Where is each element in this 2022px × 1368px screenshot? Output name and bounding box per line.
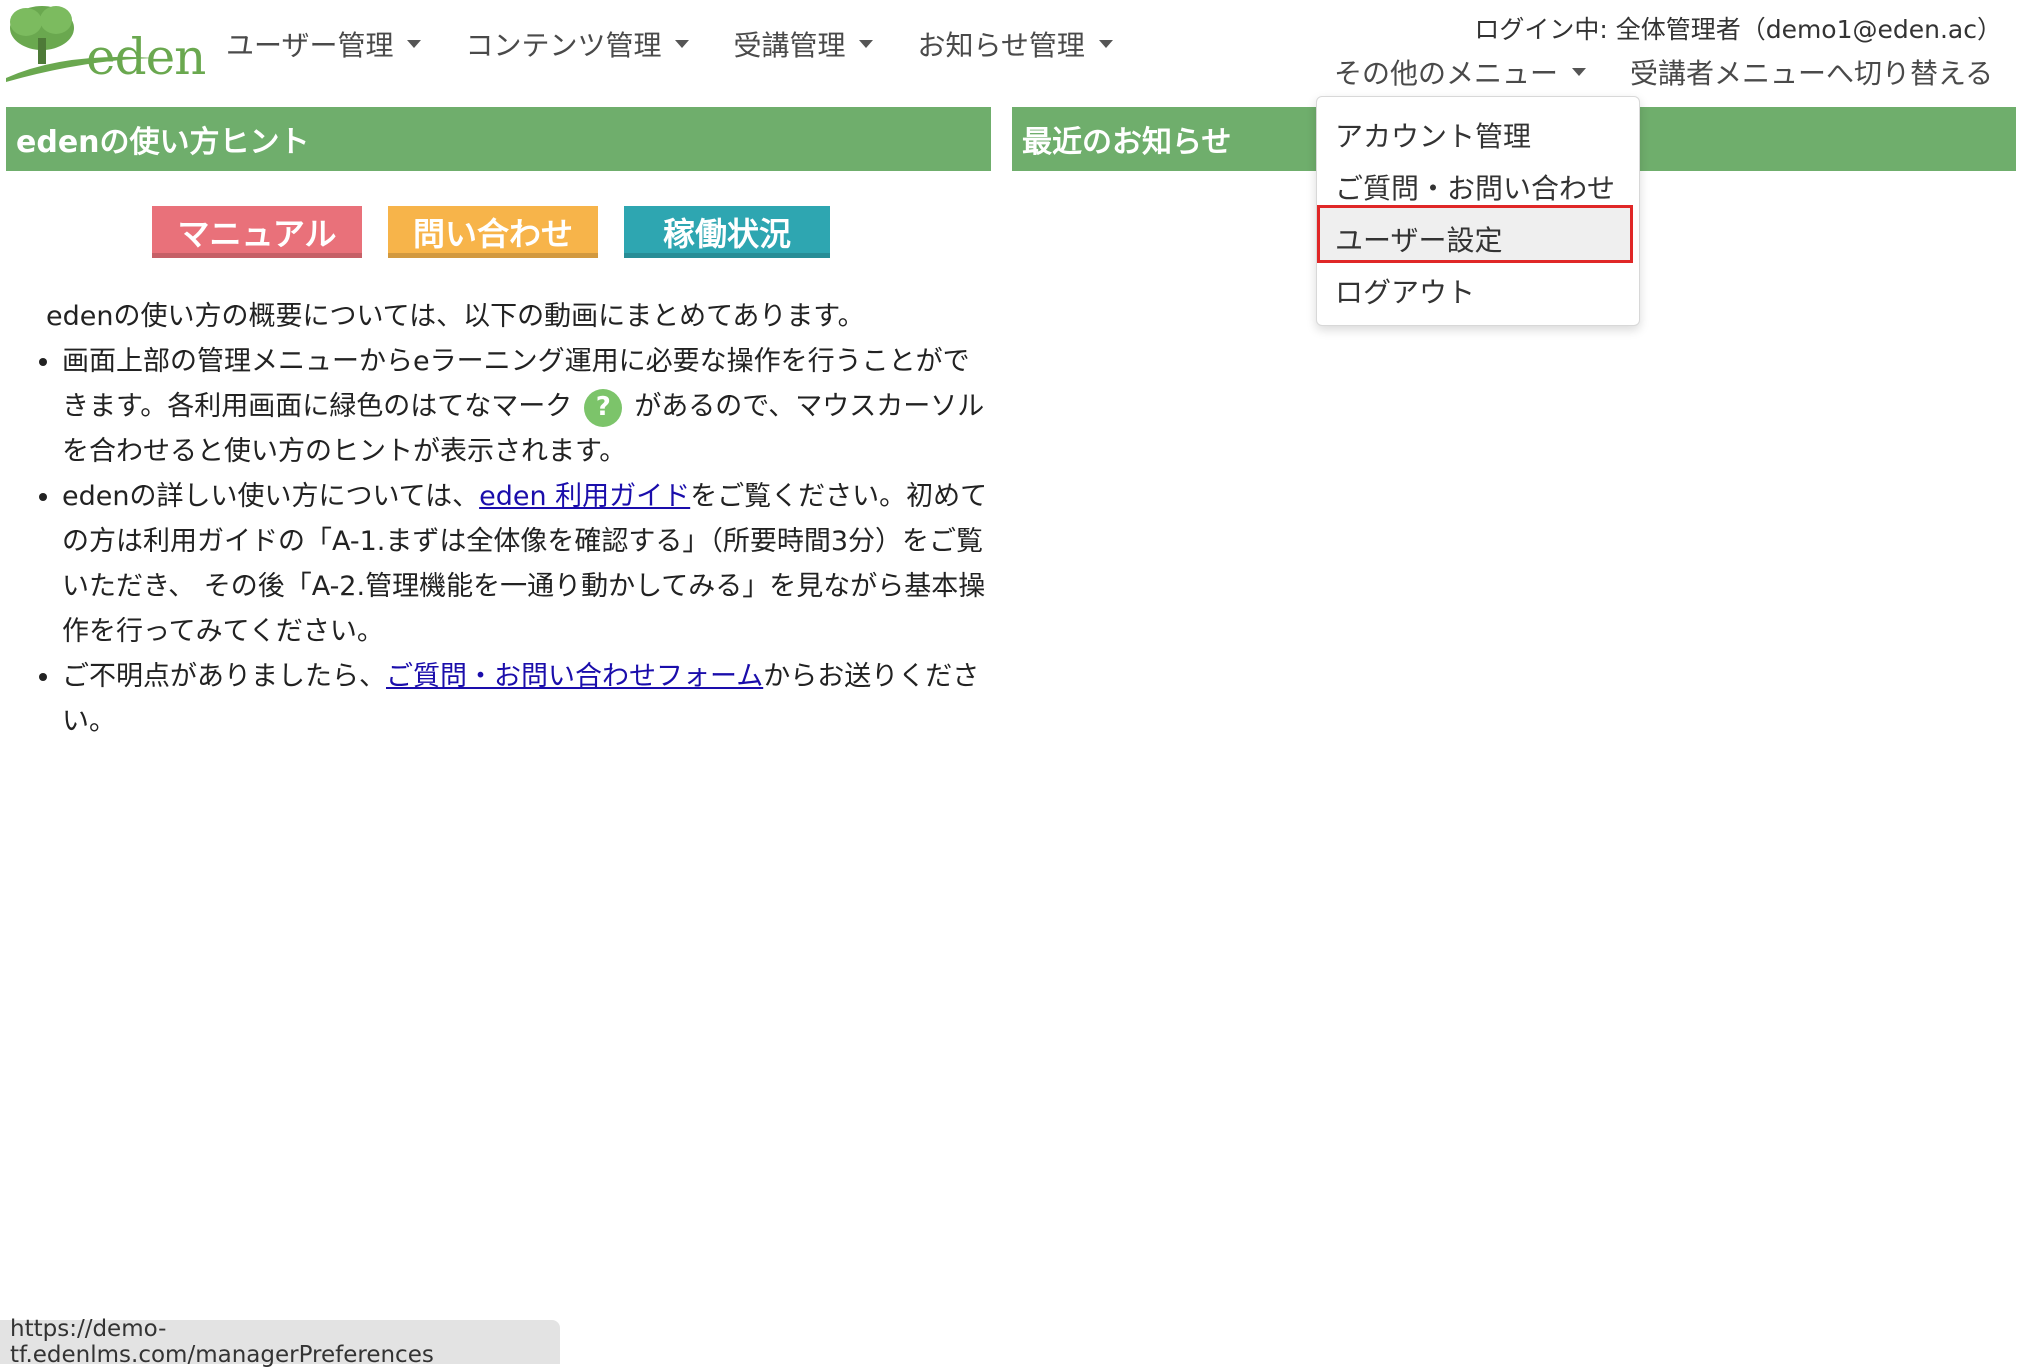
- link-status-bar: https://demo-tf.edenlms.com/managerPrefe…: [0, 1316, 560, 1368]
- nav-label: コンテンツ管理: [465, 29, 662, 62]
- nav-label: ユーザー管理: [226, 29, 394, 62]
- manual-button[interactable]: マニュアル: [152, 206, 362, 258]
- logo-text: eden: [86, 28, 206, 86]
- bullet-text: edenの詳しい使い方については、: [62, 481, 480, 512]
- other-menu-dropdown: アカウント管理 ご質問・お問い合わせ ユーザー設定 ログアウト: [1316, 96, 1640, 326]
- user-guide-link[interactable]: eden 利用ガイド: [479, 481, 690, 512]
- nav-notice-management[interactable]: お知らせ管理: [917, 24, 1113, 64]
- status-button[interactable]: 稼働状況: [624, 206, 830, 258]
- list-item: edenの詳しい使い方については、eden 利用ガイドをご覧ください。初めての方…: [62, 474, 990, 654]
- intro-text: edenの使い方の概要については、以下の動画にまとめてあります。: [46, 301, 865, 332]
- nav-user-management[interactable]: ユーザー管理: [226, 24, 422, 64]
- caret-down-icon: [859, 40, 874, 48]
- quick-buttons: マニュアル 問い合わせ 稼働状況: [152, 206, 856, 258]
- nav-other-menu[interactable]: その他のメニュー: [1334, 52, 1587, 92]
- nav-label: お知らせ管理: [917, 29, 1085, 62]
- menu-item-account-management[interactable]: アカウント管理: [1335, 115, 1531, 155]
- help-icon: ?: [584, 388, 623, 427]
- list-item: 画面上部の管理メニューからeラーニング運用に必要な操作を行うことができます。各利…: [62, 339, 990, 474]
- hints-content: edenの使い方の概要については、以下の動画にまとめてあります。 画面上部の管理…: [46, 294, 990, 744]
- caret-down-icon: [1098, 40, 1113, 48]
- nav-course-management[interactable]: 受講管理: [733, 24, 874, 64]
- menu-item-user-settings[interactable]: ユーザー設定: [1335, 219, 1502, 259]
- nav-label: その他のメニュー: [1334, 57, 1559, 90]
- inquiry-form-link[interactable]: ご質問・お問い合わせフォーム: [386, 661, 763, 692]
- caret-down-icon: [1572, 68, 1587, 76]
- eden-logo[interactable]: eden: [4, 2, 206, 86]
- menu-item-logout[interactable]: ログアウト: [1335, 271, 1475, 311]
- list-item: ご不明点がありましたら、ご質問・お問い合わせフォームからお送りください。: [62, 654, 990, 744]
- secondary-nav: その他のメニュー 受講者メニューへ切り替える: [1334, 52, 1993, 92]
- nav-label: 受講管理: [733, 29, 846, 62]
- hints-panel-header: edenの使い方ヒント: [6, 107, 991, 171]
- nav-content-management[interactable]: コンテンツ管理: [465, 24, 690, 64]
- caret-down-icon: [675, 40, 690, 48]
- switch-to-learner-link[interactable]: 受講者メニューへ切り替える: [1630, 52, 1993, 92]
- bullet-text: ご不明点がありましたら、: [62, 661, 386, 692]
- contact-button[interactable]: 問い合わせ: [388, 206, 598, 258]
- menu-item-inquiry[interactable]: ご質問・お問い合わせ: [1335, 167, 1615, 207]
- main-nav: ユーザー管理 コンテンツ管理 受講管理 お知らせ管理: [226, 24, 1157, 64]
- caret-down-icon: [407, 40, 422, 48]
- hints-list: 画面上部の管理メニューからeラーニング運用に必要な操作を行うことができます。各利…: [46, 339, 990, 744]
- login-status: ログイン中: 全体管理者（demo1@eden.ac）: [1474, 15, 2002, 44]
